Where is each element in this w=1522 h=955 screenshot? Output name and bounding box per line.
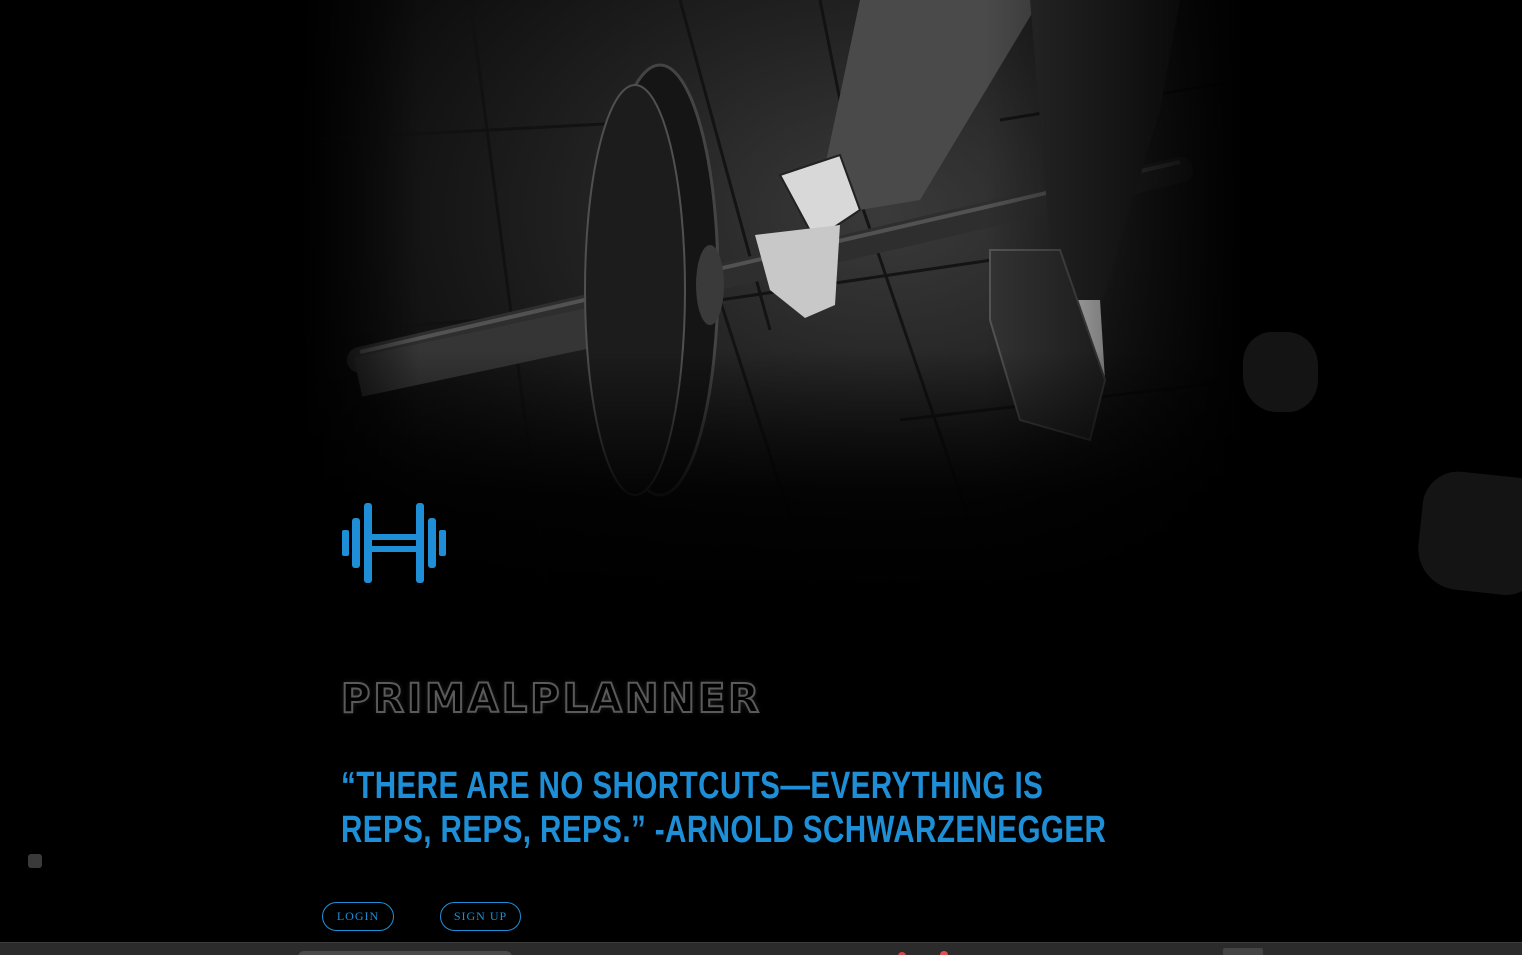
landing-page: PRIMALPLANNER “THERE ARE NO SHORTCUTS—EV…: [0, 0, 1522, 955]
taskbar-item[interactable]: [1223, 948, 1263, 955]
signup-button[interactable]: SIGN UP: [440, 902, 521, 931]
taskbar-item[interactable]: [940, 951, 948, 955]
brand-title: PRIMALPLANNER: [340, 675, 763, 723]
taskbar-item[interactable]: [298, 951, 512, 955]
decorative-shape: [1243, 332, 1318, 412]
decorative-shape: [28, 854, 42, 868]
login-button[interactable]: LOGIN: [322, 902, 394, 931]
decorative-shape: [1414, 468, 1522, 598]
hero-quote: “THERE ARE NO SHORTCUTS—EVERYTHING IS RE…: [341, 765, 1107, 851]
taskbar: [0, 942, 1522, 955]
dumbbell-icon: [342, 503, 446, 583]
